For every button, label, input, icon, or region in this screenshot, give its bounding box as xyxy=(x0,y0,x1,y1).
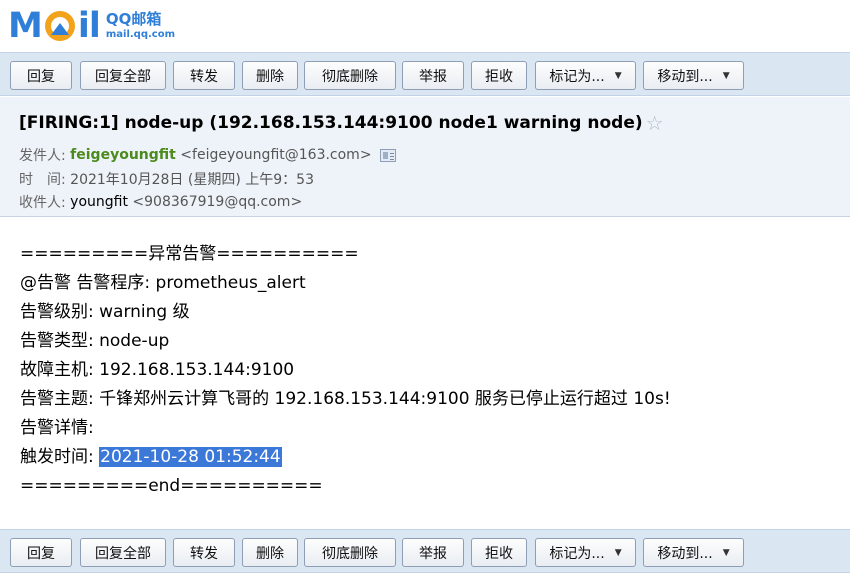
move-to-dropdown[interactable]: 移动到... ▼ xyxy=(643,61,744,90)
logo-url-text: mail.qq.com xyxy=(105,29,175,40)
chevron-down-icon: ▼ xyxy=(722,70,730,81)
moil-wordmark: Mil xyxy=(8,6,101,46)
body-line: @告警 告警程序: prometheus_alert xyxy=(20,273,306,293)
recipient-row: 收件人: youngfit <908367919@qq.com> xyxy=(19,192,302,212)
sender-row: 发件人: feigeyoungfit <feigeyoungfit@163.co… xyxy=(19,145,396,165)
email-header: [FIRING:1] node-up (192.168.153.144:9100… xyxy=(0,97,850,217)
recipient-name[interactable]: youngfit xyxy=(70,194,128,210)
delete-permanently-button[interactable]: 彻底删除 xyxy=(304,538,396,567)
chevron-down-icon: ▼ xyxy=(614,547,622,558)
star-icon[interactable]: ☆ xyxy=(646,111,664,135)
move-to-dropdown[interactable]: 移动到... ▼ xyxy=(643,538,744,567)
contact-card-icon[interactable] xyxy=(379,148,396,162)
chevron-down-icon: ▼ xyxy=(614,70,622,81)
recipient-address: <908367919@qq.com> xyxy=(132,194,303,210)
delete-permanently-button[interactable]: 彻底删除 xyxy=(304,61,396,90)
toolbar-top: 回复 回复全部 转发 删除 彻底删除 举报 拒收 标记为... ▼ 移动到... ▼ xyxy=(0,52,850,96)
report-button[interactable]: 举报 xyxy=(402,61,464,90)
reply-button[interactable]: 回复 xyxy=(10,61,72,90)
time-value: 2021年10月28日 (星期四) 上午9：53 xyxy=(70,172,314,188)
body-line: 故障主机: 192.168.153.144:9100 xyxy=(20,360,295,380)
sender-name[interactable]: feigeyoungfit xyxy=(70,147,176,163)
forward-button[interactable]: 转发 xyxy=(173,61,235,90)
body-line: =========异常告警========== xyxy=(20,244,359,264)
body-line: =========end========== xyxy=(20,476,323,496)
email-subject: [FIRING:1] node-up (192.168.153.144:9100… xyxy=(19,111,664,135)
reject-button[interactable]: 拒收 xyxy=(471,61,527,90)
recipient-label: 收件人: xyxy=(19,195,66,211)
body-line: 告警主题: 千锋郑州云计算飞哥的 192.168.153.144:9100 服务… xyxy=(20,389,671,409)
logo-cn-text: QQ邮箱 xyxy=(105,10,162,28)
chevron-down-icon: ▼ xyxy=(722,547,730,558)
reply-all-button[interactable]: 回复全部 xyxy=(80,61,166,90)
time-label: 时 间: xyxy=(19,172,66,188)
reply-all-button[interactable]: 回复全部 xyxy=(80,538,166,567)
report-button[interactable]: 举报 xyxy=(402,538,464,567)
reject-button[interactable]: 拒收 xyxy=(471,538,527,567)
logo-o-icon xyxy=(44,11,75,41)
mark-as-dropdown[interactable]: 标记为... ▼ xyxy=(535,61,636,90)
trigger-time-line: 触发时间: 2021-10-28 01:52:44 xyxy=(20,445,671,474)
selected-timestamp[interactable]: 2021-10-28 01:52:44 xyxy=(99,447,282,467)
toolbar-bottom: 回复 回复全部 转发 删除 彻底删除 举报 拒收 标记为... ▼ 移动到... ▼ xyxy=(0,529,850,573)
qq-mail-logo: Mil QQ邮箱 mail.qq.com xyxy=(8,6,175,46)
body-line: 告警级别: warning 级 xyxy=(20,302,190,322)
forward-button[interactable]: 转发 xyxy=(173,538,235,567)
reply-button[interactable]: 回复 xyxy=(10,538,72,567)
time-row: 时 间: 2021年10月28日 (星期四) 上午9：53 xyxy=(19,169,314,189)
mark-as-dropdown[interactable]: 标记为... ▼ xyxy=(535,538,636,567)
delete-button[interactable]: 删除 xyxy=(242,61,298,90)
body-line: 告警类型: node-up xyxy=(20,331,170,351)
body-line: 告警详情: xyxy=(20,418,94,438)
trigger-time-label: 触发时间: xyxy=(20,447,100,467)
sender-address: <feigeyoungfit@163.com> xyxy=(180,147,372,163)
sender-label: 发件人: xyxy=(19,148,66,164)
email-body: =========异常告警========== @告警 告警程序: promet… xyxy=(20,242,671,503)
delete-button[interactable]: 删除 xyxy=(242,538,298,567)
